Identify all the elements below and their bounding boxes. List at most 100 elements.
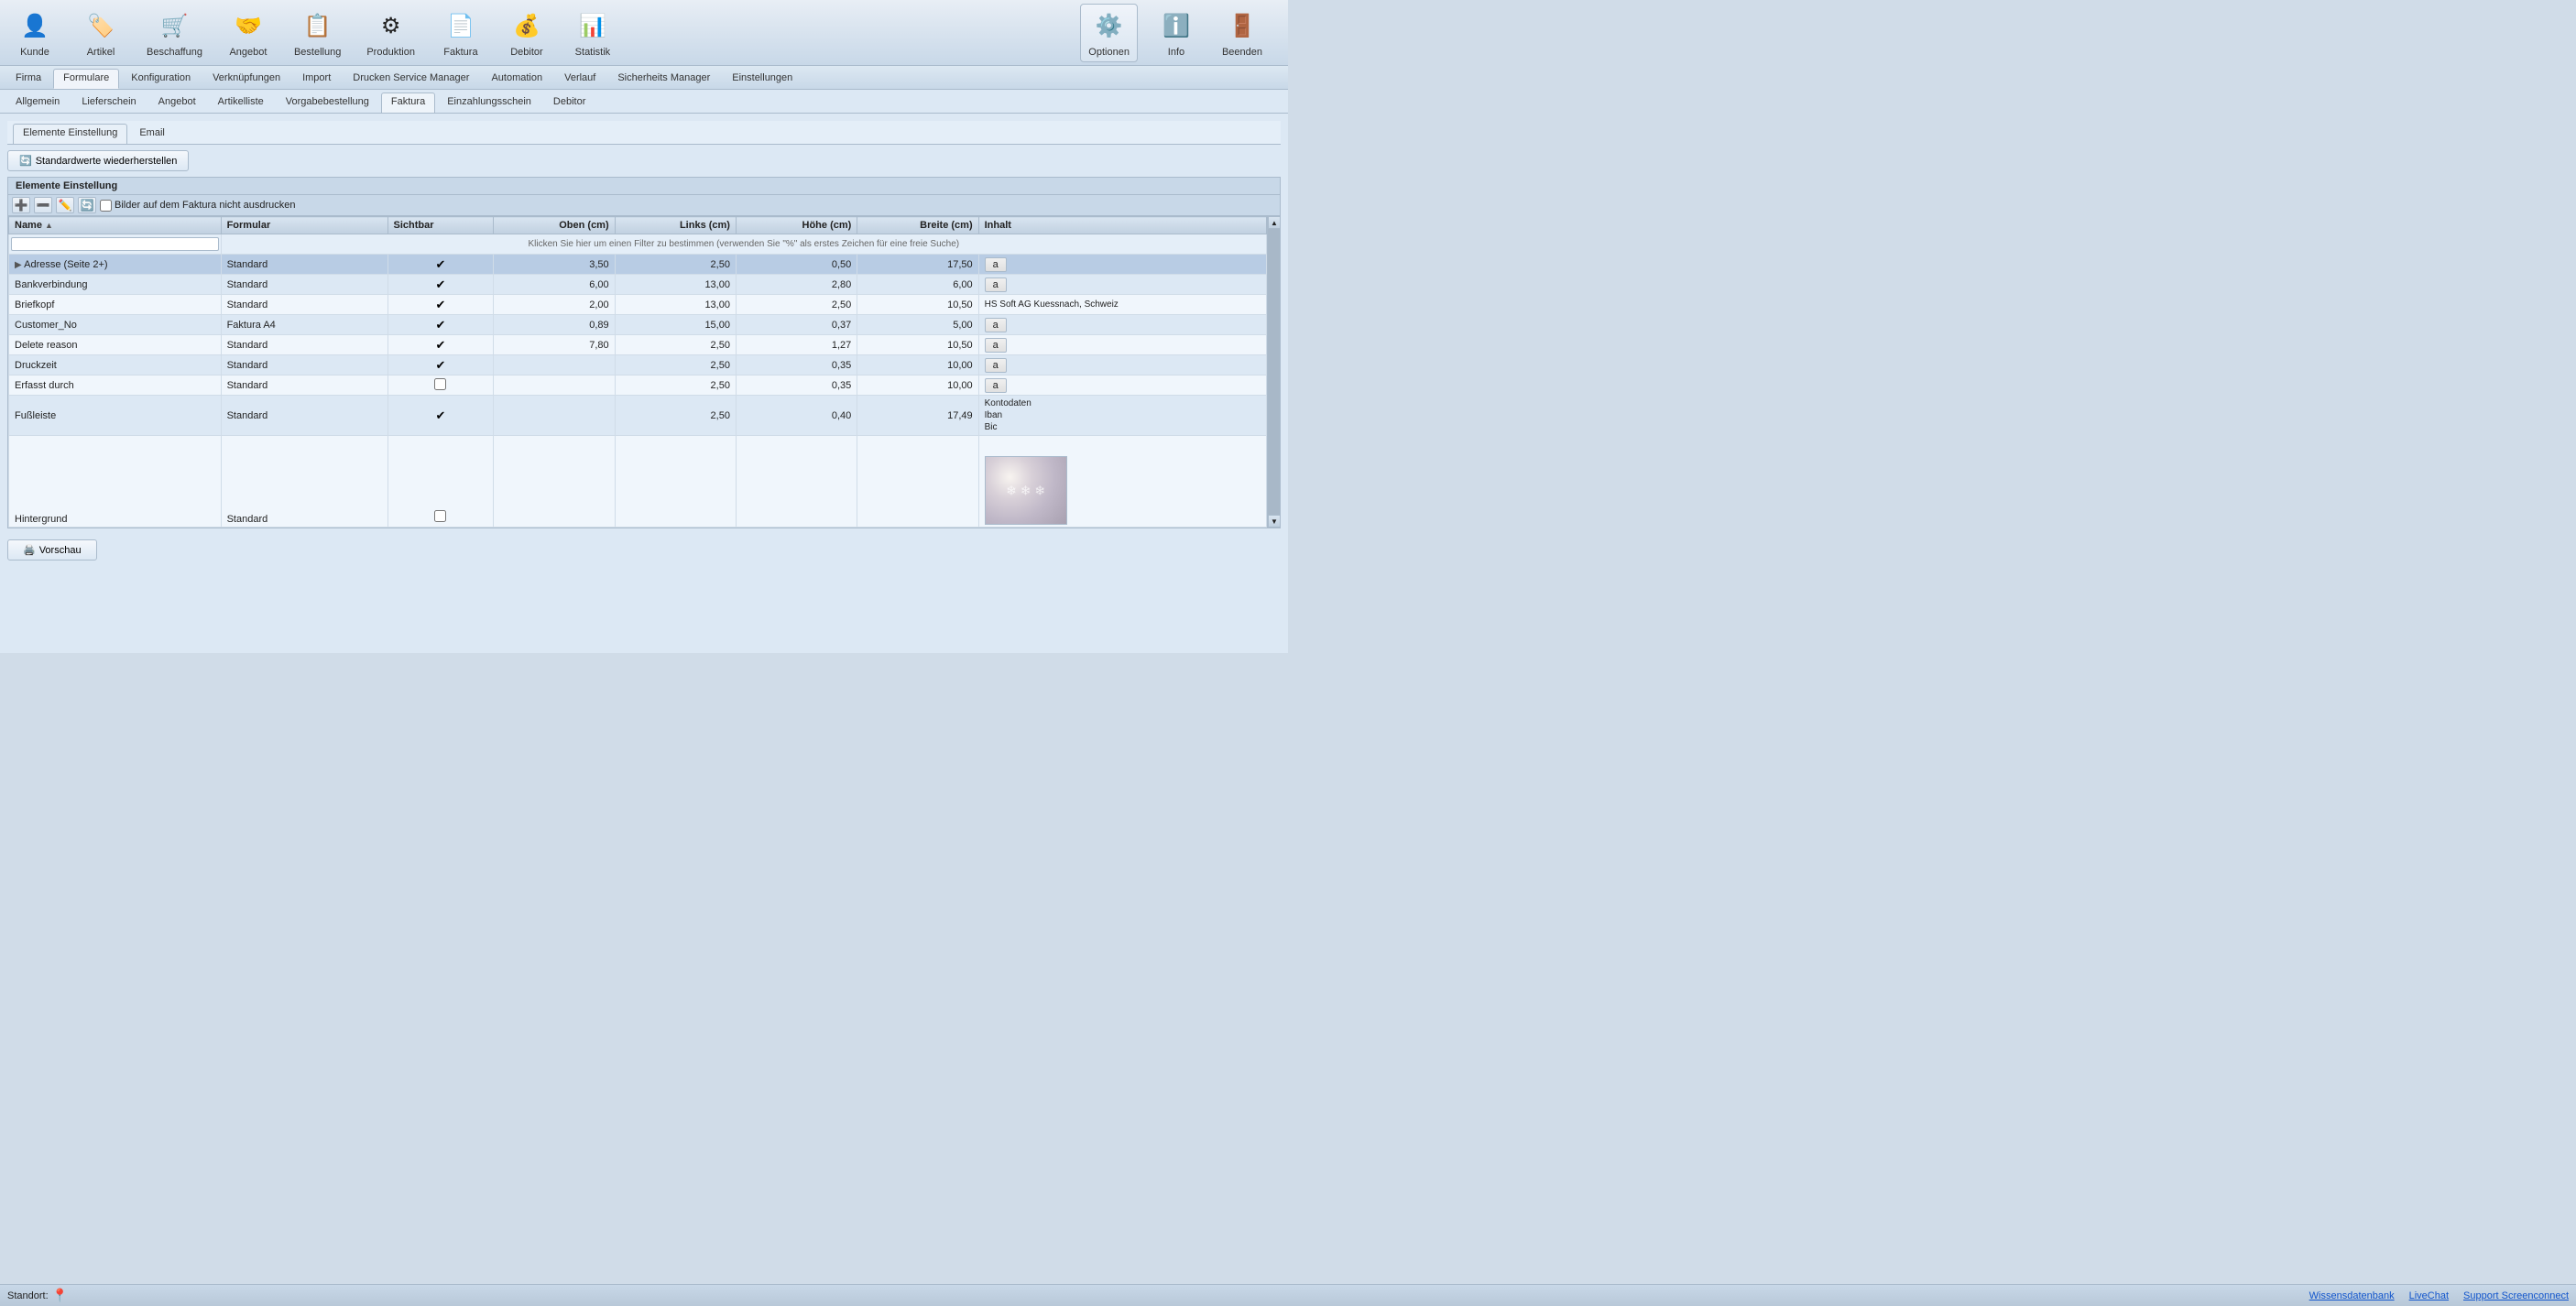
toolbar-debitor-label: Debitor xyxy=(510,47,542,58)
tab-debitor[interactable]: Debitor xyxy=(543,93,595,113)
tab-konfiguration[interactable]: Konfiguration xyxy=(121,69,201,89)
inhalt-badge: a xyxy=(985,358,1007,373)
cell-inhalt: a xyxy=(978,335,1266,355)
tab-angebot[interactable]: Angebot xyxy=(148,93,206,113)
cell-formular: Standard xyxy=(221,255,387,275)
col-header-links[interactable]: Links (cm) xyxy=(615,217,736,234)
tab-faktura[interactable]: Faktura xyxy=(381,93,435,113)
cell-oben xyxy=(494,396,615,436)
scroll-thumb xyxy=(1268,229,1280,515)
table-row[interactable]: ▶ Adresse (Seite 2+) Standard ✔ 3,50 2,5… xyxy=(9,255,1267,275)
table-row[interactable]: Hintergrund Standard xyxy=(9,436,1267,528)
status-right: Wissensdatenbank LiveChat Support Screen… xyxy=(2309,1290,2569,1301)
tab-einstellungen[interactable]: Einstellungen xyxy=(722,69,802,89)
tab-einzahlungsschein[interactable]: Einzahlungsschein xyxy=(437,93,541,113)
bilder-checkbox-text: Bilder auf dem Faktura nicht ausdrucken xyxy=(115,200,296,211)
table-row[interactable]: Delete reason Standard ✔ 7,80 2,50 1,27 … xyxy=(9,335,1267,355)
tab-elemente[interactable]: Elemente Einstellung xyxy=(13,124,127,144)
delete-row-btn[interactable]: ➖ xyxy=(34,197,52,213)
status-left: Standort: 📍 xyxy=(7,1288,68,1303)
toolbar-statistik[interactable]: 📊 Statistik xyxy=(565,5,620,61)
tab-sicherheits[interactable]: Sicherheits Manager xyxy=(607,69,720,89)
toolbar-info[interactable]: ℹ️ Info xyxy=(1149,5,1204,61)
toolbar-kunde[interactable]: 👤 Kunde xyxy=(7,5,62,61)
toolbar-beschaffung[interactable]: 🛒 Beschaffung xyxy=(139,5,210,61)
tab-import[interactable]: Import xyxy=(292,69,341,89)
col-header-sichtbar[interactable]: Sichtbar xyxy=(387,217,494,234)
filter-input-name[interactable] xyxy=(11,237,219,251)
preview-icon: 🖨️ xyxy=(23,544,36,556)
col-header-breite[interactable]: Breite (cm) xyxy=(857,217,978,234)
scroll-up-btn[interactable]: ▲ xyxy=(1268,216,1281,229)
col-header-oben[interactable]: Oben (cm) xyxy=(494,217,615,234)
toolbar-debitor[interactable]: 💰 Debitor xyxy=(499,5,554,61)
table-container: Name ▲ Formular Sichtbar Oben (cm) Links… xyxy=(8,216,1280,528)
cell-hohe: 0,35 xyxy=(736,375,857,396)
element-section-header: Elemente Einstellung xyxy=(8,178,1280,195)
cell-oben: 0,89 xyxy=(494,315,615,335)
cell-links xyxy=(615,436,736,528)
filter-row: Klicken Sie hier um einen Filter zu best… xyxy=(9,234,1267,255)
cell-links: 13,00 xyxy=(615,295,736,315)
restore-button[interactable]: 🔄 Standardwerte wiederherstellen xyxy=(7,150,189,171)
cell-sichtbar: ✔ xyxy=(387,335,494,355)
toolbar-faktura[interactable]: 📄 Faktura xyxy=(433,5,488,61)
toolbar-optionen[interactable]: ⚙️ Optionen xyxy=(1080,4,1138,62)
cell-sichtbar: ✔ xyxy=(387,275,494,295)
tab-automation[interactable]: Automation xyxy=(481,69,552,89)
toolbar-beenden[interactable]: 🚪 Beenden xyxy=(1215,5,1270,61)
toolbar-beenden-label: Beenden xyxy=(1222,47,1262,58)
table-scroll-area[interactable]: Name ▲ Formular Sichtbar Oben (cm) Links… xyxy=(8,216,1267,528)
cell-inhalt: HS Soft AG Kuessnach, Schweiz xyxy=(978,295,1266,315)
support-link[interactable]: Support Screenconnect xyxy=(2463,1290,2569,1301)
tab-formulare[interactable]: Formulare xyxy=(53,69,119,89)
table-row[interactable]: Customer_No Faktura A4 ✔ 0,89 15,00 0,37… xyxy=(9,315,1267,335)
col-header-name[interactable]: Name ▲ xyxy=(9,217,222,234)
table-row[interactable]: Druckzeit Standard ✔ 2,50 0,35 10,00 a xyxy=(9,355,1267,375)
cell-name: Bankverbindung xyxy=(9,275,222,295)
toolbar-angebot[interactable]: 🤝 Angebot xyxy=(221,5,276,61)
tab-lieferschein[interactable]: Lieferschein xyxy=(71,93,146,113)
tab-verknupfungen[interactable]: Verknüpfungen xyxy=(202,69,290,89)
bilder-checkbox[interactable] xyxy=(100,200,112,212)
tab-verlauf[interactable]: Verlauf xyxy=(554,69,606,89)
sichtbar-checkbox[interactable] xyxy=(434,378,446,390)
tab-vorgabebestellung[interactable]: Vorgabebestellung xyxy=(276,93,379,113)
artikel-icon: 🏷️ xyxy=(82,8,119,45)
tab-artikelliste[interactable]: Artikelliste xyxy=(208,93,274,113)
element-section: Elemente Einstellung ➕ ➖ ✏️ 🔄 Bilder auf… xyxy=(7,177,1281,528)
col-header-inhalt[interactable]: Inhalt xyxy=(978,217,1266,234)
wissensdatenbank-link[interactable]: Wissensdatenbank xyxy=(2309,1290,2395,1301)
tab-drucken[interactable]: Drucken Service Manager xyxy=(343,69,479,89)
tab-firma[interactable]: Firma xyxy=(5,69,51,89)
livechat-link[interactable]: LiveChat xyxy=(2409,1290,2449,1301)
table-row[interactable]: Bankverbindung Standard ✔ 6,00 13,00 2,8… xyxy=(9,275,1267,295)
cell-links: 2,50 xyxy=(615,355,736,375)
toolbar-faktura-label: Faktura xyxy=(443,47,477,58)
scrollbar[interactable]: ▲ ▼ xyxy=(1267,216,1280,528)
toolbar-bestellung[interactable]: 📋 Bestellung xyxy=(287,5,348,61)
cell-sichtbar: ✔ xyxy=(387,255,494,275)
toolbar-artikel[interactable]: 🏷️ Artikel xyxy=(73,5,128,61)
refresh-btn[interactable]: 🔄 xyxy=(78,197,96,213)
scroll-down-btn[interactable]: ▼ xyxy=(1268,515,1281,528)
sichtbar-checkbox-hintergrund[interactable] xyxy=(434,510,446,522)
preview-button[interactable]: 🖨️ Vorschau xyxy=(7,539,97,560)
preview-label: Vorschau xyxy=(39,545,82,556)
table-row[interactable]: Fußleiste Standard ✔ 2,50 0,40 17,49 Kon… xyxy=(9,396,1267,436)
cell-links: 13,00 xyxy=(615,275,736,295)
cell-breite: 10,00 xyxy=(857,355,978,375)
toolbar-produktion[interactable]: ⚙ Produktion xyxy=(359,5,422,61)
edit-row-btn[interactable]: ✏️ xyxy=(56,197,74,213)
add-row-btn[interactable]: ➕ xyxy=(12,197,30,213)
tab-allgemein[interactable]: Allgemein xyxy=(5,93,70,113)
col-header-formular[interactable]: Formular xyxy=(221,217,387,234)
tab-email[interactable]: Email xyxy=(129,124,175,144)
cell-breite: 5,00 xyxy=(857,315,978,335)
bilder-checkbox-label[interactable]: Bilder auf dem Faktura nicht ausdrucken xyxy=(100,200,296,212)
table-row[interactable]: Briefkopf Standard ✔ 2,00 13,00 2,50 10,… xyxy=(9,295,1267,315)
cell-oben: 6,00 xyxy=(494,275,615,295)
beschaffung-icon: 🛒 xyxy=(156,8,192,45)
table-row[interactable]: Erfasst durch Standard 2,50 0,35 10,00 a xyxy=(9,375,1267,396)
col-header-hohe[interactable]: Höhe (cm) xyxy=(736,217,857,234)
